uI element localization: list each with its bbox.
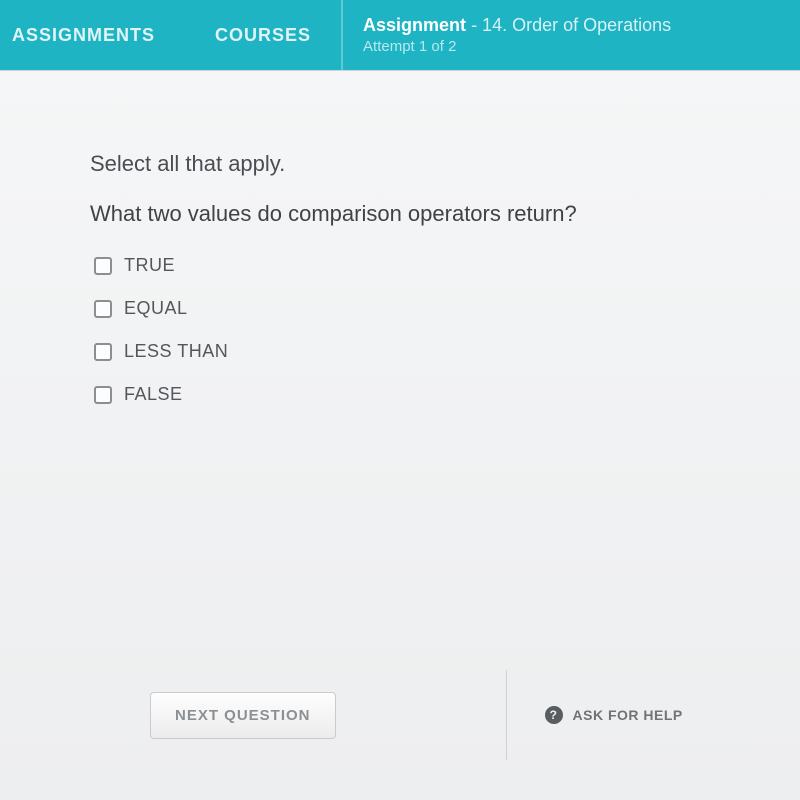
- help-icon: ?: [545, 706, 563, 724]
- assignment-info: Assignment - 14. Order of Operations Att…: [341, 0, 800, 70]
- option-label: FALSE: [124, 384, 183, 405]
- option-row: LESS THAN: [94, 341, 730, 362]
- option-row: FALSE: [94, 384, 730, 405]
- app-header: ASSIGNMENTS COURSES Assignment - 14. Ord…: [0, 0, 800, 70]
- option-row: EQUAL: [94, 298, 730, 319]
- option-label: EQUAL: [124, 298, 188, 319]
- option-label: TRUE: [124, 255, 175, 276]
- ask-help-button[interactable]: ? ASK FOR HELP: [545, 706, 683, 724]
- nav-courses[interactable]: COURSES: [185, 0, 341, 70]
- footer-actions: NEXT QUESTION ? ASK FOR HELP: [0, 670, 800, 760]
- question-text: What two values do comparison operators …: [90, 201, 730, 227]
- next-question-button[interactable]: NEXT QUESTION: [150, 692, 336, 739]
- options-list: TRUE EQUAL LESS THAN FALSE: [94, 255, 730, 405]
- assignment-name: - 14. Order of Operations: [466, 15, 671, 35]
- checkbox-equal[interactable]: [94, 300, 112, 318]
- instruction-text: Select all that apply.: [90, 151, 730, 177]
- assignment-attempt: Attempt 1 of 2: [363, 38, 780, 55]
- option-row: TRUE: [94, 255, 730, 276]
- assignment-heading: Assignment: [363, 15, 466, 35]
- ask-help-label: ASK FOR HELP: [573, 707, 683, 723]
- question-panel: Select all that apply. What two values d…: [0, 70, 800, 800]
- vertical-divider: [506, 670, 507, 760]
- checkbox-true[interactable]: [94, 257, 112, 275]
- nav-assignments[interactable]: ASSIGNMENTS: [0, 0, 185, 70]
- option-label: LESS THAN: [124, 341, 228, 362]
- assignment-title: Assignment - 14. Order of Operations: [363, 15, 780, 36]
- checkbox-less-than[interactable]: [94, 343, 112, 361]
- checkbox-false[interactable]: [94, 386, 112, 404]
